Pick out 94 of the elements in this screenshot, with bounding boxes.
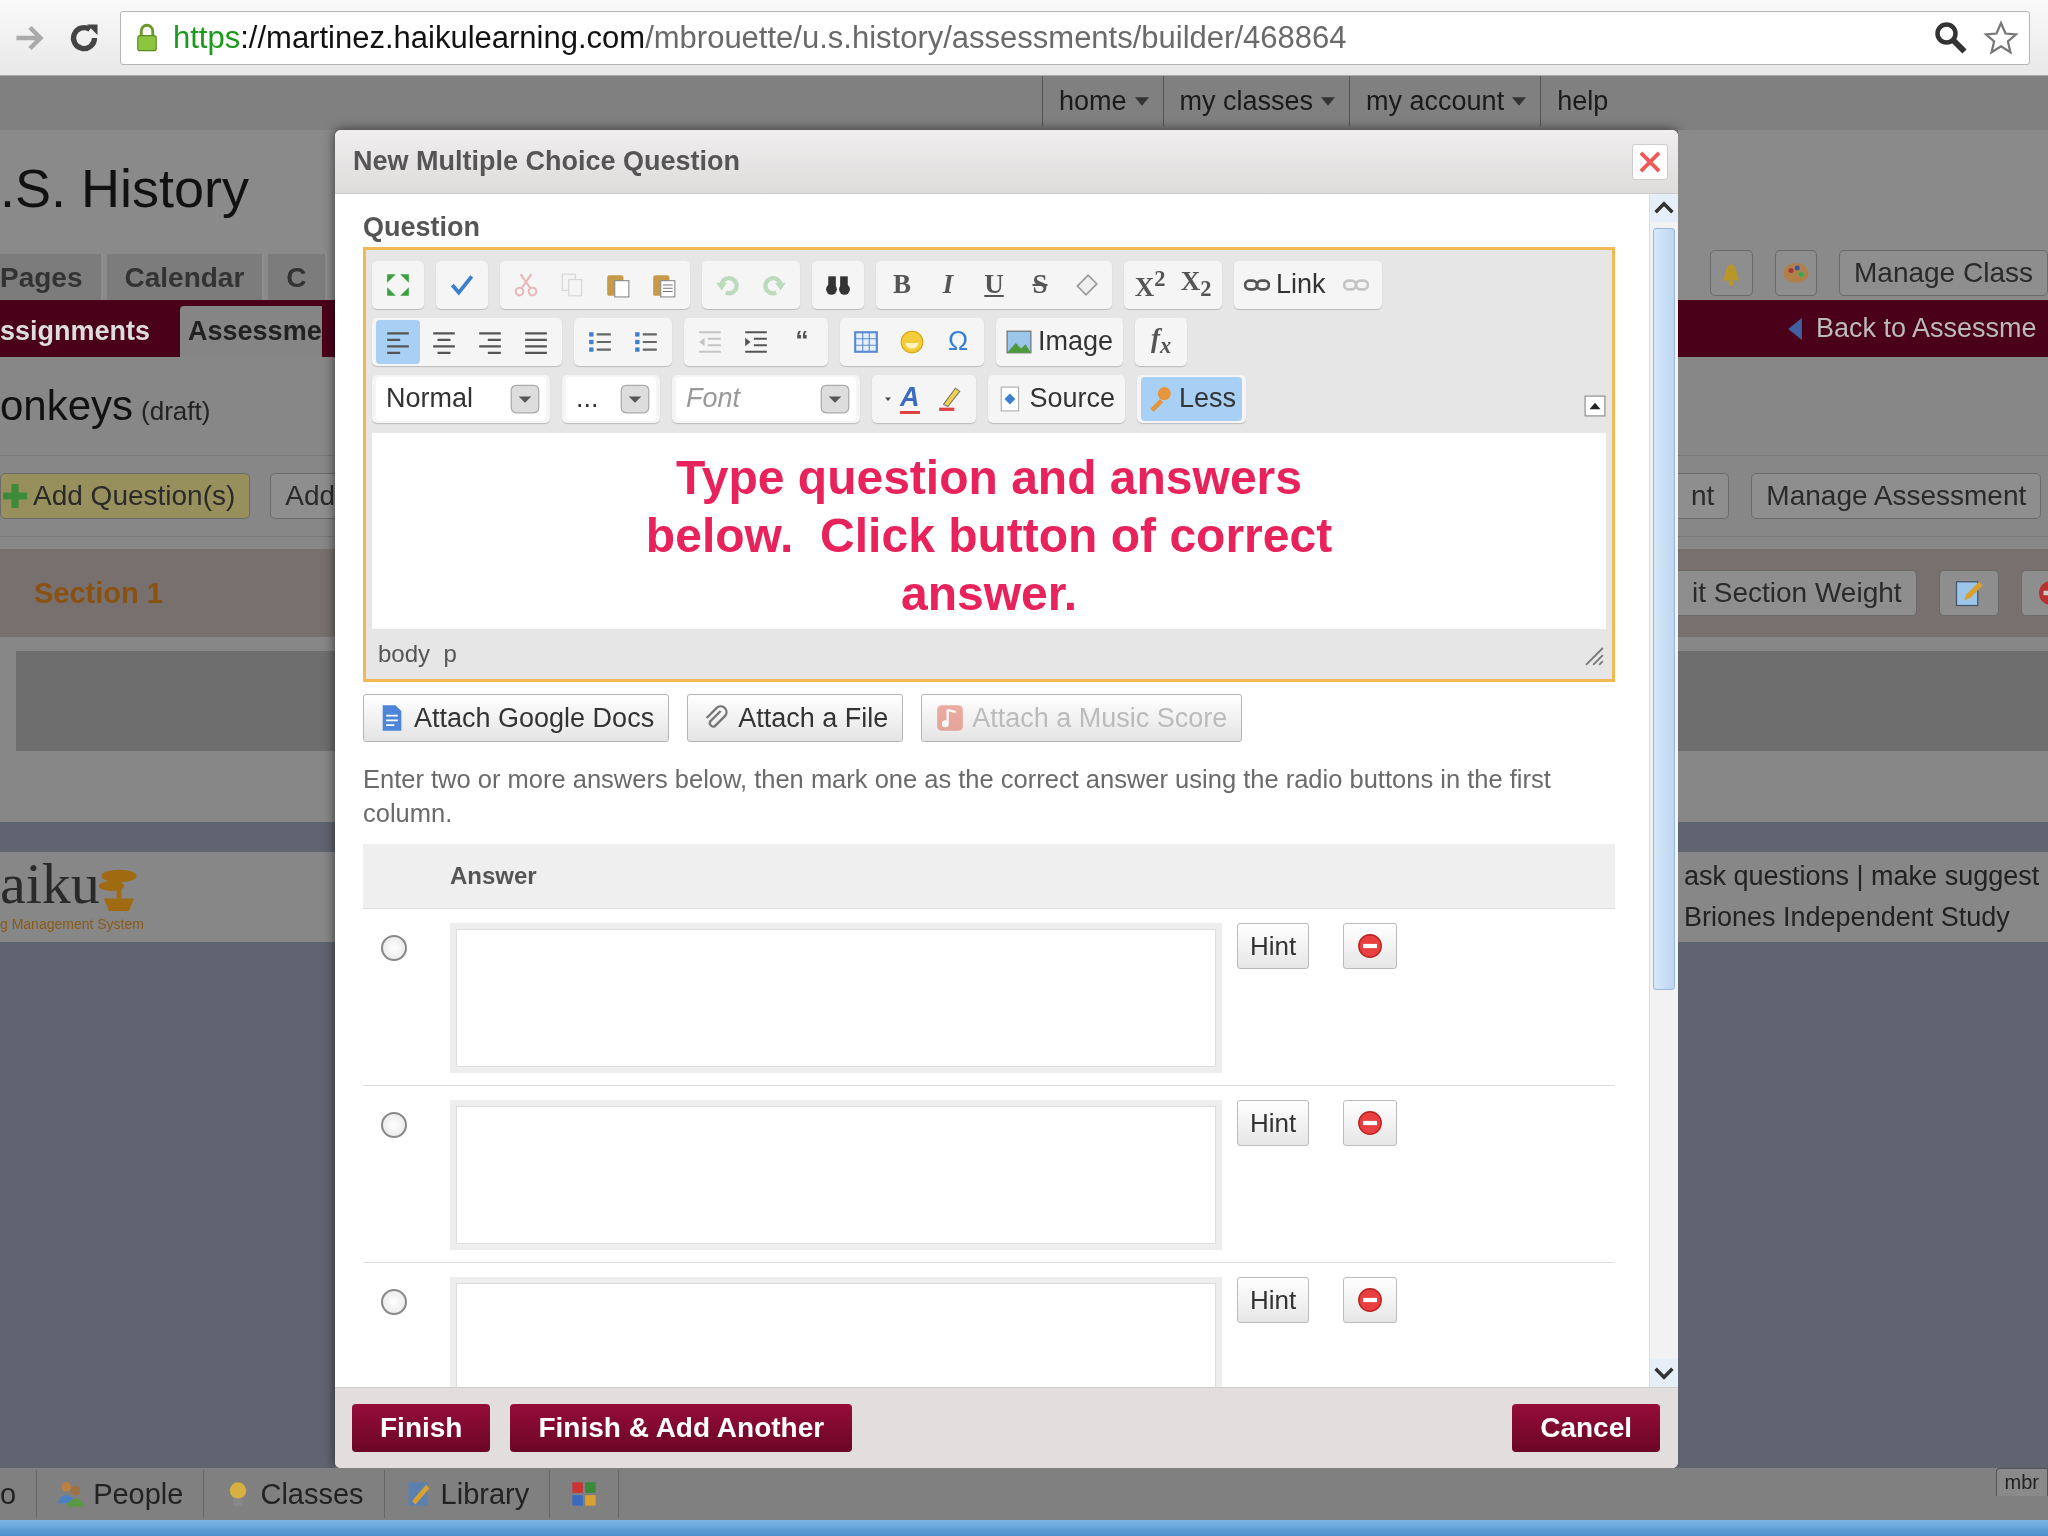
finish-button[interactable]: Finish & Add Another <box>510 1404 853 1452</box>
smiley-icon <box>899 328 925 355</box>
sup-button[interactable]: X$^{2}$ <box>1128 262 1172 307</box>
correct-answer-radio[interactable] <box>381 1112 407 1138</box>
underline-button[interactable]: U <box>972 262 1016 307</box>
status-label: (draft) <box>141 394 211 427</box>
nav-menu-item[interactable]: my account <box>1349 76 1541 126</box>
dropdown-arrow-icon <box>1512 96 1527 106</box>
logo-text: aiku <box>0 852 100 916</box>
editor-text-area[interactable]: Type question and answers below. Click button of correct answer. <box>372 433 1606 629</box>
question-text: Type question and answers below. Click button of correct answer. <box>644 450 1334 622</box>
element-path: body p <box>378 640 457 668</box>
school-name: Briones Independent Study <box>1684 902 2011 933</box>
page-button[interactable]: Add Question(s) <box>0 473 251 519</box>
url-text: https://martinez.haikulearning.com/mbrouette/u.s.history/assessments/builder/468864 <box>173 19 1348 56</box>
correct-answer-radio[interactable] <box>381 935 407 961</box>
edit-section-button[interactable] <box>1938 570 1999 616</box>
minus-circle-icon <box>1356 1109 1385 1137</box>
edit-icon <box>1953 578 1984 608</box>
nav-menu-item[interactable]: my classes <box>1162 76 1350 126</box>
less-button[interactable]: Less <box>1141 376 1243 421</box>
scissors-icon <box>513 271 539 298</box>
dialog-title: New Multiple Choice Question <box>353 146 741 177</box>
notifications-button[interactable] <box>1710 249 1753 296</box>
music-note-icon <box>936 704 965 732</box>
highlighter-icon <box>936 385 963 412</box>
toolbar-item[interactable]: Library <box>384 1470 551 1518</box>
collapse-toolbar-icon[interactable] <box>1584 394 1606 417</box>
dropdown-arrow-icon <box>1321 96 1336 106</box>
back-link[interactable]: Back to Assessme <box>1816 313 2037 344</box>
question-label: Question <box>363 212 481 243</box>
minus-circle-icon <box>1356 1286 1385 1314</box>
section-title: Section 1 <box>33 576 163 610</box>
page-button[interactable]: Add <box>270 473 335 519</box>
attach-button[interactable]: Attach Google Docs <box>363 694 670 742</box>
footer-links[interactable]: ask questions | make suggest <box>1684 861 2048 892</box>
search-icon[interactable] <box>1933 19 1969 56</box>
close-button[interactable] <box>1632 143 1668 180</box>
maximize-icon <box>385 271 411 298</box>
manage-class-dropdown[interactable]: Manage Class <box>1839 249 2048 296</box>
sub-button[interactable]: X$_{2}$ <box>1174 262 1218 307</box>
subnav-tab[interactable]: ssignments <box>0 316 169 357</box>
scroll-up-icon[interactable] <box>1650 194 1678 222</box>
toolbar-item[interactable]: o <box>0 1470 38 1518</box>
hint-button[interactable]: Hint <box>1237 923 1310 969</box>
toolbar-item[interactable]: People <box>37 1470 205 1518</box>
subnav-tab[interactable]: Assessme <box>180 306 322 357</box>
attach-button[interactable]: Attach a File <box>687 694 904 742</box>
page-button[interactable]: nt <box>1678 473 1730 519</box>
italic-button[interactable]: I <box>926 262 970 307</box>
people-icon <box>57 1480 86 1508</box>
nav-menu-item[interactable]: home <box>1042 76 1163 126</box>
indent-icon <box>743 328 769 355</box>
section-weight-button[interactable]: it Section Weight <box>1678 570 1917 616</box>
answer-field[interactable] <box>450 923 1222 1073</box>
answer-field[interactable] <box>450 1277 1222 1387</box>
correct-answer-radio[interactable] <box>381 1289 407 1315</box>
back-arrow-icon <box>1788 317 1802 340</box>
remove-answer-button[interactable] <box>1343 1277 1398 1323</box>
strike-button[interactable]: S <box>1018 262 1062 307</box>
logo-tagline: g Management System <box>0 916 145 932</box>
plus-icon <box>3 484 27 508</box>
format-dropdown[interactable]: Normal <box>376 376 546 421</box>
column-header: Answer <box>449 862 537 890</box>
image-icon <box>1006 328 1032 355</box>
minus-circle-icon <box>1356 932 1385 960</box>
nav-menu-item[interactable]: help <box>1540 76 1623 126</box>
lock-icon <box>135 22 159 53</box>
star-icon[interactable] <box>1983 19 2019 56</box>
finish-button[interactable]: Finish <box>352 1404 491 1452</box>
toolbar-item[interactable]: Classes <box>204 1470 385 1518</box>
answer-field[interactable] <box>450 1100 1222 1250</box>
assessment-title: onkeys <box>0 382 134 430</box>
dropdown-arrow-icon <box>1134 96 1149 106</box>
scroll-thumb[interactable] <box>1653 228 1675 990</box>
table-icon <box>853 328 879 355</box>
user-tab[interactable]: mbr <box>1995 1468 2048 1496</box>
address-field[interactable]: https://martinez.haikulearning.com/mbrouette/u.s.history/assessments/builder/468864 <box>120 10 2030 65</box>
align-left-button[interactable] <box>376 319 420 364</box>
remove-answer-button[interactable] <box>1343 1100 1398 1146</box>
page-button[interactable]: Manage Assessment <box>1751 473 2042 519</box>
outdent-icon <box>697 328 723 355</box>
hint-button[interactable]: Hint <box>1237 1277 1310 1323</box>
copy-icon <box>559 271 585 298</box>
remove-answer-button[interactable] <box>1343 923 1398 969</box>
colored-squares-icon <box>570 1480 599 1508</box>
course-title: .S. History <box>0 156 250 219</box>
hint-button[interactable]: Hint <box>1237 1100 1310 1146</box>
cancel-button[interactable]: Cancel <box>1512 1404 1660 1452</box>
scrollbar[interactable] <box>1649 194 1678 1387</box>
format-dropdown[interactable]: ... <box>566 376 656 421</box>
bold-button[interactable]: B <box>880 262 924 307</box>
scroll-down-icon[interactable] <box>1650 1359 1678 1387</box>
instructions-text: Enter two or more answers below, then mark one as the correct answer using the radio buttons in the first column. <box>363 764 1552 829</box>
